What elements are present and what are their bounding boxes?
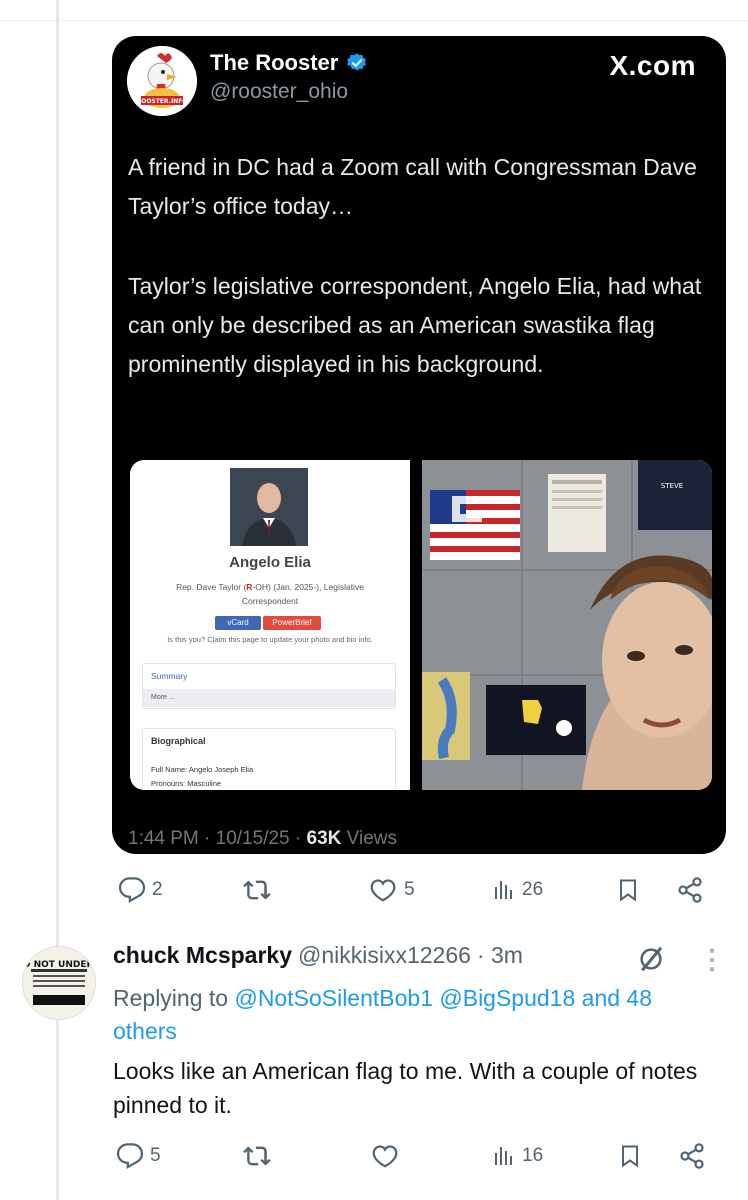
reply-count: 2 — [152, 879, 163, 900]
top-divider — [0, 20, 748, 21]
embedded-post-card[interactable]: ROOSTER.INFO The Rooster @rooster_ohio X… — [112, 36, 726, 854]
reply-bookmark-button[interactable] — [618, 1142, 642, 1170]
headshot-photo — [230, 468, 308, 546]
reply-views-count: 16 — [522, 1145, 544, 1166]
replying-to-line: Replying to @NotSoSilentBob1 @BigSpud18 … — [113, 982, 713, 1048]
reply-action-bar: 5 16 — [112, 1142, 726, 1172]
summary-title: Summary — [151, 671, 188, 681]
like-button[interactable]: 5 — [368, 876, 415, 904]
quoted-post-text: A friend in DC had a Zoom call with Cong… — [128, 148, 708, 425]
biographical-box: Biographical Full Name: Angelo Joseph El… — [142, 728, 396, 790]
avatar-poster-text: MICE DIE IN MOUSE TRAPS BECAUSE THEY DO … — [23, 960, 95, 970]
reply-button[interactable]: 2 — [118, 876, 163, 904]
rooster-avatar[interactable]: ROOSTER.INFO — [127, 46, 197, 116]
reply-text: Looks like an American flag to me. With … — [113, 1058, 698, 1118]
grok-button[interactable] — [634, 944, 668, 979]
like-count: 5 — [404, 879, 415, 900]
role-prefix: Rep. Dave Taylor ( — [176, 582, 247, 592]
claim-text: Is this you? Claim this page to update y… — [167, 635, 373, 644]
reply-author-avatar[interactable]: MICE DIE IN MOUSE TRAPS BECAUSE THEY DO … — [22, 946, 96, 1020]
rooster-logo-icon: ROOSTER.INFO — [127, 46, 197, 116]
verified-badge-icon — [347, 53, 367, 71]
summary-more: More ... — [143, 689, 395, 707]
repost-button[interactable] — [242, 876, 272, 904]
quoted-views-label: Views — [341, 828, 397, 849]
profile-screenshot-image[interactable]: Angelo Elia Rep. Dave Taylor (R-OH) (Jan… — [130, 460, 410, 790]
role-suffix: -OH) (Jan. 2025-), Legislative Correspon… — [241, 582, 364, 606]
bookmark-icon — [622, 1145, 638, 1168]
share-button[interactable] — [676, 876, 704, 904]
share-icon — [678, 877, 702, 903]
repost-icon — [243, 1146, 271, 1166]
views-icon — [495, 881, 512, 899]
quoted-time: 1:44 PM · 10/15/25 · — [128, 828, 307, 849]
bookmark-icon — [620, 879, 636, 902]
reply-views-button[interactable]: 16 — [492, 1142, 543, 1170]
reply-icon — [116, 1143, 144, 1169]
full-name-line: Full Name: Angelo Joseph Elia — [151, 765, 254, 774]
summary-box: Summary More ... — [142, 663, 396, 709]
heart-icon — [370, 879, 396, 902]
views-icon — [495, 1147, 512, 1165]
reply-time[interactable]: · 3m — [477, 942, 523, 969]
heart-icon — [372, 1145, 398, 1168]
quoted-author-name[interactable]: The Rooster — [210, 50, 368, 76]
avatar-logo-text: ROOSTER.INFO — [137, 98, 188, 105]
quoted-post-meta: 1:44 PM · 10/15/25 · 63K Views — [128, 828, 397, 850]
photo-sign-text: STEVE — [661, 482, 683, 490]
reply-author-name[interactable]: chuck Mcsparky — [113, 942, 292, 969]
more-vertical-icon — [709, 948, 715, 972]
pronouns-line: Pronouns: Masculine — [151, 779, 222, 788]
post-action-bar: 2 5 26 — [112, 876, 726, 906]
quoted-author-handle[interactable]: @rooster_ohio — [210, 80, 348, 104]
quoted-paragraph-2: Taylor’s legislative correspondent, Ange… — [128, 273, 702, 377]
grok-icon — [640, 946, 663, 972]
powerbrief-button: PowerBrief — [263, 616, 321, 630]
reply-header: chuck Mcsparky @nikkisixx12266 · 3m — [113, 942, 523, 969]
views-count: 26 — [522, 879, 544, 900]
replying-prefix: Replying to — [113, 985, 235, 1011]
thread-line — [56, 0, 59, 1200]
biographical-title: Biographical — [151, 736, 206, 746]
zoom-background-photo: STEVE — [422, 460, 712, 790]
profile-name: Angelo Elia — [229, 554, 311, 571]
more-options-button[interactable] — [706, 946, 718, 979]
zoom-photo-image[interactable]: STEVE — [422, 460, 712, 790]
reply-share-button[interactable] — [678, 1142, 706, 1170]
reply-author-handle[interactable]: @nikkisixx12266 — [298, 942, 471, 969]
x-com-brand: X.com — [609, 50, 696, 81]
reply-icon — [118, 877, 146, 903]
share-icon — [680, 1143, 704, 1169]
reply-reply-button[interactable]: 5 — [116, 1142, 161, 1170]
bookmark-button[interactable] — [616, 876, 640, 904]
reply-reply-count: 5 — [150, 1145, 161, 1166]
quoted-views-count: 63K — [306, 828, 342, 849]
views-button[interactable]: 26 — [492, 876, 543, 904]
repost-icon — [243, 880, 271, 900]
quoted-paragraph-1: A friend in DC had a Zoom call with Cong… — [128, 154, 697, 219]
profile-role: Rep. Dave Taylor (R-OH) (Jan. 2025-), Le… — [150, 580, 390, 608]
quoted-author-name-text[interactable]: The Rooster — [210, 50, 338, 76]
flag-icon — [430, 490, 520, 560]
reply-like-button[interactable] — [370, 1142, 400, 1170]
mousetrap-poster-icon: MICE DIE IN MOUSE TRAPS BECAUSE THEY DO … — [23, 947, 95, 1019]
reply-repost-button[interactable] — [242, 1142, 272, 1170]
vcard-button: vCard — [215, 616, 261, 630]
